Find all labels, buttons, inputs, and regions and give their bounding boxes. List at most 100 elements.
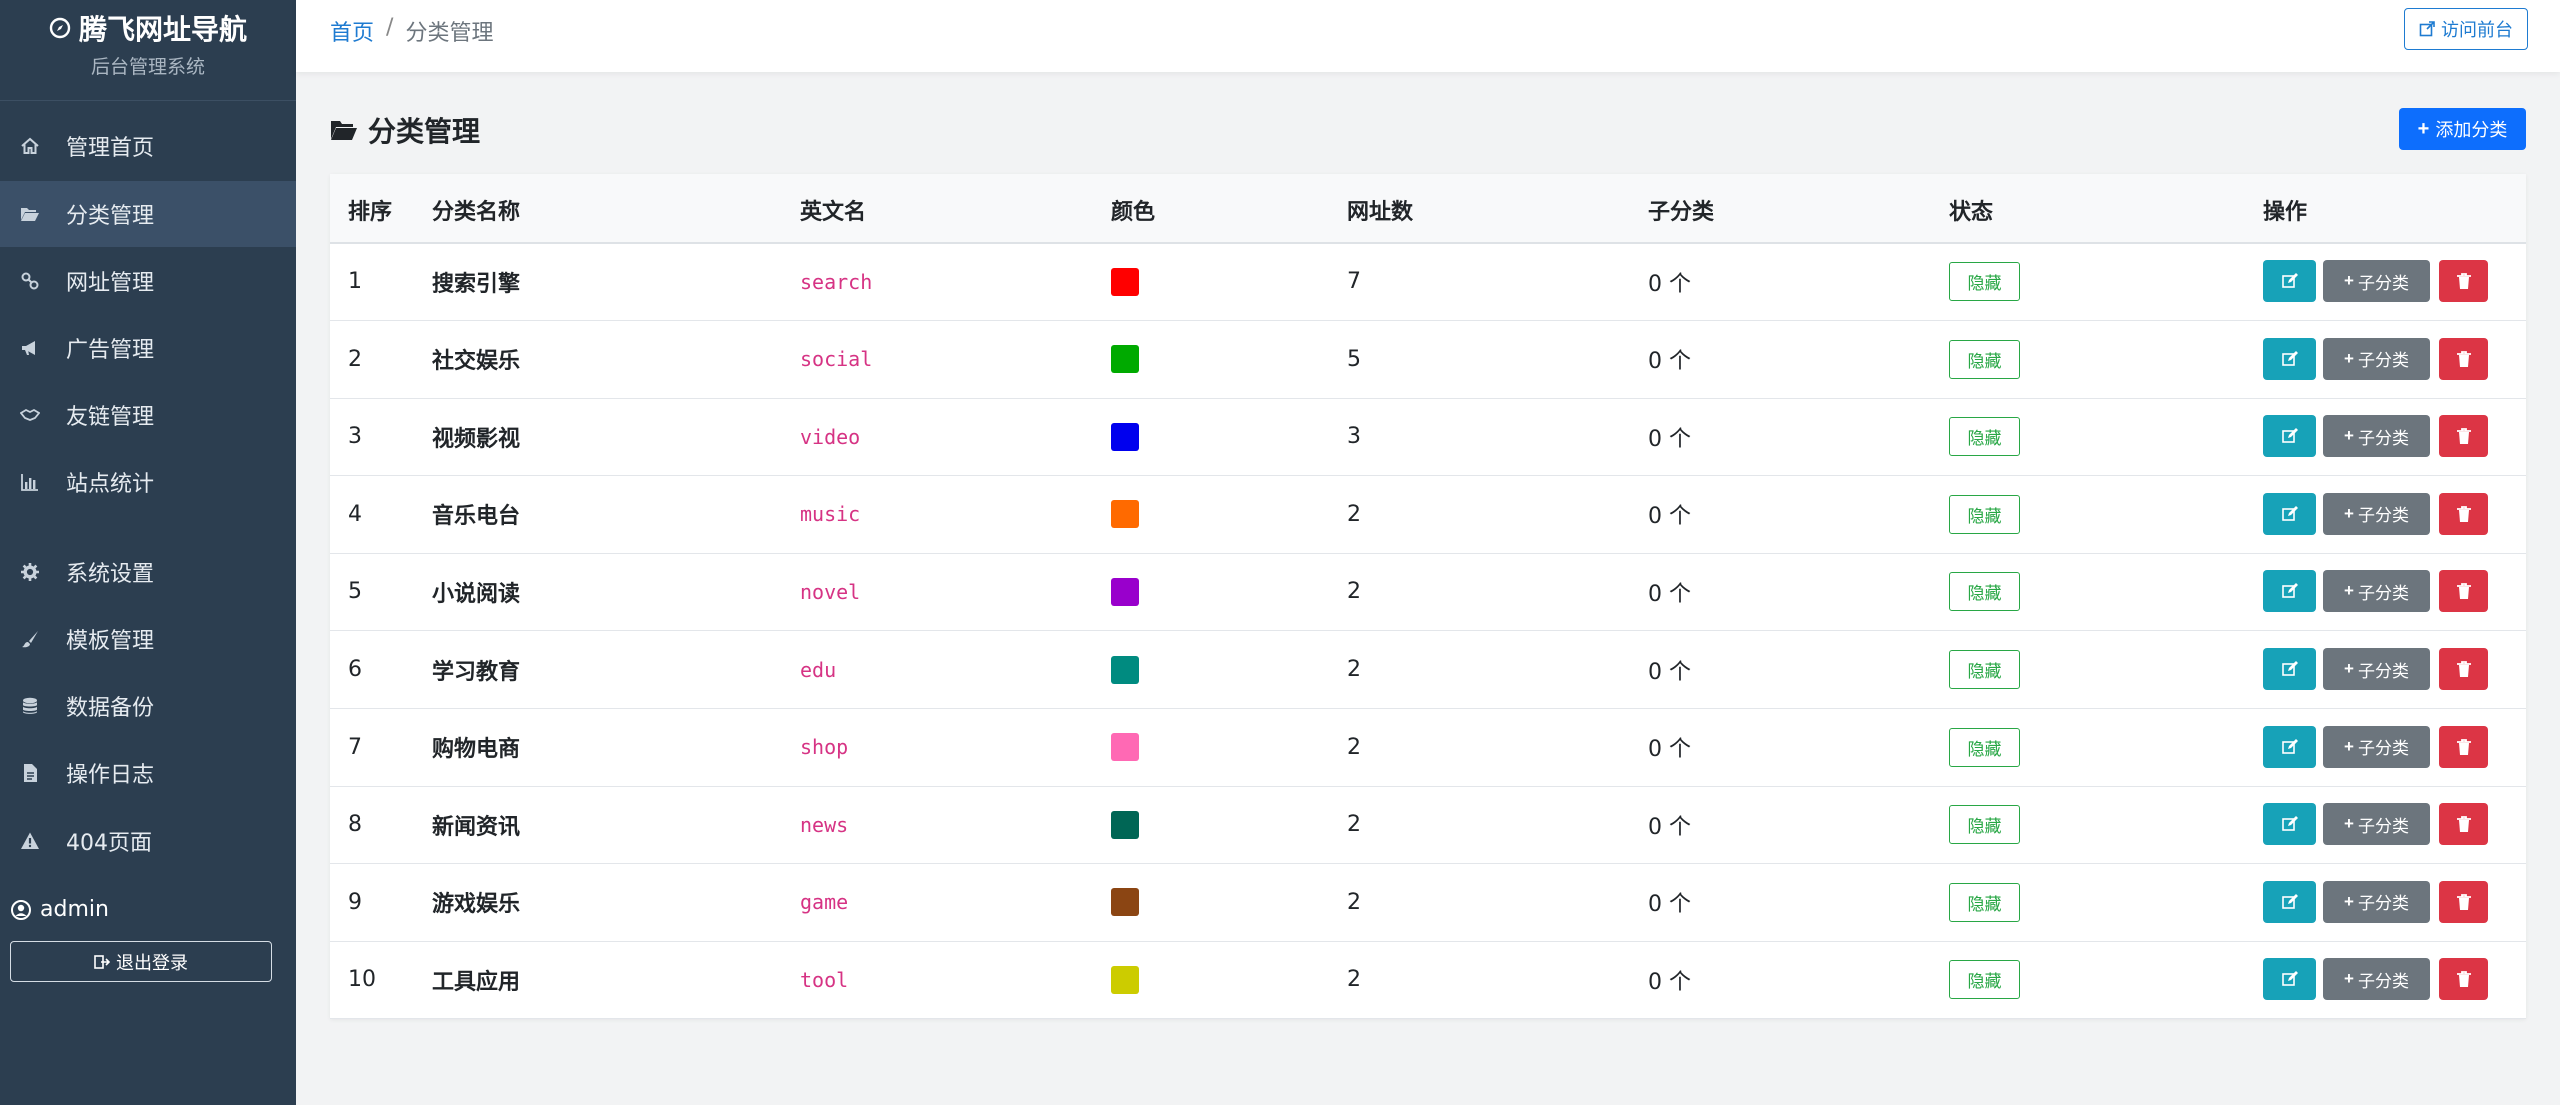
delete-button[interactable] xyxy=(2439,570,2488,613)
order-cell: 9 xyxy=(348,889,362,915)
url-count-cell: 2 xyxy=(1347,657,1361,682)
status-toggle-button[interactable]: 隐藏 xyxy=(1949,494,2020,534)
sidebar-item-5[interactable]: 友链管理 xyxy=(0,382,296,448)
delete-button[interactable] xyxy=(2439,725,2488,768)
add-subcategory-button[interactable]: + 子分类 xyxy=(2323,337,2430,380)
color-cell xyxy=(1111,631,1139,708)
sidebar-item-label: 404页面 xyxy=(66,831,152,856)
user-circle-icon xyxy=(11,899,31,920)
visit-frontend-button[interactable]: 访问前台 xyxy=(2404,8,2528,50)
delete-button[interactable] xyxy=(2439,415,2488,458)
delete-button[interactable] xyxy=(2439,260,2488,302)
edit-button[interactable] xyxy=(2263,725,2316,768)
color-cell xyxy=(1111,398,1139,475)
sidebar-item-9[interactable]: 数据备份 xyxy=(0,673,296,739)
category-name-cell: 社交娱乐 xyxy=(432,349,521,375)
add-category-button[interactable]: + 添加分类 xyxy=(2399,108,2526,150)
delete-button[interactable] xyxy=(2439,803,2488,846)
category-name-cell: 搜索引擎 xyxy=(432,271,521,297)
brand-subtitle: 后台管理系统 xyxy=(90,56,205,78)
status-toggle-button[interactable]: 隐藏 xyxy=(1949,262,2020,301)
add-subcategory-button[interactable]: + 子分类 xyxy=(2323,958,2430,1001)
edit-button[interactable] xyxy=(2263,803,2316,846)
category-name-cell: 工具应用 xyxy=(432,969,521,995)
add-subcategory-label: 子分类 xyxy=(2357,739,2409,759)
status-toggle-button[interactable]: 隐藏 xyxy=(1949,650,2020,689)
logout-label: 退出登录 xyxy=(116,952,188,973)
table-row: 1 搜索引擎 search 7 0 个 隐藏 + 子分类 xyxy=(330,243,2526,321)
logout-button[interactable]: 退出登录 xyxy=(10,941,272,982)
sidebar-item-4[interactable]: 广告管理 xyxy=(0,315,296,381)
color-cell xyxy=(1111,243,1139,320)
table-header: 排序 分类名称 英文名 颜色 网址数 子分类 状态 操作 xyxy=(330,174,2526,244)
edit-icon xyxy=(2281,738,2298,754)
status-toggle-button[interactable]: 隐藏 xyxy=(1949,417,2020,457)
plus-icon: + xyxy=(2344,271,2354,290)
edit-button[interactable] xyxy=(2263,337,2316,380)
sidebar-item-label: 站点统计 xyxy=(66,472,155,497)
edit-button[interactable] xyxy=(2263,648,2316,690)
add-subcategory-button[interactable]: + 子分类 xyxy=(2323,492,2430,535)
sidebar-item-11[interactable]: 404页面 xyxy=(0,808,296,874)
plus-icon: + xyxy=(2344,581,2354,601)
subcategory-count-cell: 0 个 xyxy=(1648,737,1691,763)
add-subcategory-button[interactable]: + 子分类 xyxy=(2323,803,2430,846)
sidebar-item-label: 广告管理 xyxy=(66,338,155,363)
add-subcategory-button[interactable]: + 子分类 xyxy=(2323,648,2430,690)
status-toggle-button[interactable]: 隐藏 xyxy=(1949,727,2020,767)
color-swatch xyxy=(1111,500,1139,529)
status-toggle-button[interactable]: 隐藏 xyxy=(1949,882,2020,922)
add-subcategory-label: 子分类 xyxy=(2357,971,2409,991)
add-subcategory-button[interactable]: + 子分类 xyxy=(2323,880,2430,923)
delete-button[interactable] xyxy=(2439,337,2488,380)
category-name-cell: 音乐电台 xyxy=(432,504,521,530)
status-toggle-button[interactable]: 隐藏 xyxy=(1949,805,2020,845)
delete-button[interactable] xyxy=(2439,648,2488,690)
edit-button[interactable] xyxy=(2263,958,2316,1001)
table-row: 10 工具应用 tool 2 0 个 隐藏 + 子分类 xyxy=(330,941,2526,1020)
delete-button[interactable] xyxy=(2439,492,2488,535)
sidebar-item-1[interactable]: 管理首页 xyxy=(0,113,296,179)
add-subcategory-label: 子分类 xyxy=(2357,894,2409,914)
subcategory-count-cell: 0 个 xyxy=(1648,892,1691,918)
english-name-cell: edu xyxy=(800,657,837,682)
order-cell: 8 xyxy=(348,812,362,838)
add-subcategory-button[interactable]: + 子分类 xyxy=(2323,260,2430,302)
breadcrumb: 首页 / 分类管理 xyxy=(330,15,493,47)
sidebar-item-10[interactable]: 操作日志 xyxy=(0,740,296,806)
status-toggle-button[interactable]: 隐藏 xyxy=(1949,960,2020,1000)
sidebar-item-8[interactable]: 模板管理 xyxy=(0,606,296,672)
add-subcategory-button[interactable]: + 子分类 xyxy=(2323,725,2430,768)
edit-button[interactable] xyxy=(2263,492,2316,535)
table-row: 8 新闻资讯 news 2 0 个 隐藏 + 子分类 xyxy=(330,786,2526,865)
edit-button[interactable] xyxy=(2263,415,2316,458)
edit-button[interactable] xyxy=(2263,570,2316,613)
order-cell: 7 xyxy=(348,734,362,760)
breadcrumb-home[interactable]: 首页 xyxy=(330,15,374,47)
add-subcategory-button[interactable]: + 子分类 xyxy=(2323,415,2430,458)
status-toggle-button[interactable]: 隐藏 xyxy=(1949,572,2020,612)
delete-button[interactable] xyxy=(2439,880,2488,923)
add-subcategory-button[interactable]: + 子分类 xyxy=(2323,570,2430,613)
breadcrumb-current: 分类管理 xyxy=(405,21,494,46)
sidebar-item-2[interactable]: 分类管理 xyxy=(0,181,296,247)
sidebar-item-3[interactable]: 网址管理 xyxy=(0,248,296,314)
sidebar-item-7[interactable]: 系统设置 xyxy=(0,539,296,605)
external-link-icon xyxy=(2419,21,2435,37)
column-header-subcategories: 子分类 xyxy=(1648,200,1715,225)
edit-icon xyxy=(2281,350,2298,366)
add-subcategory-label: 子分类 xyxy=(2357,428,2409,448)
plus-icon: + xyxy=(2344,426,2354,446)
english-name-cell: game xyxy=(800,890,849,915)
edit-button[interactable] xyxy=(2263,260,2316,302)
table-row: 9 游戏娱乐 game 2 0 个 隐藏 + 子分类 xyxy=(330,864,2526,942)
edit-icon xyxy=(2281,505,2298,521)
edit-icon xyxy=(2281,816,2298,831)
bullhorn-icon xyxy=(16,338,44,358)
delete-button[interactable] xyxy=(2439,958,2488,1001)
category-table: 排序 分类名称 英文名 颜色 网址数 子分类 状态 操作 1 搜索引擎 search… xyxy=(330,174,2526,1020)
edit-button[interactable] xyxy=(2263,880,2316,923)
sidebar-item-6[interactable]: 站点统计 xyxy=(0,449,296,515)
status-toggle-button[interactable]: 隐藏 xyxy=(1949,339,2020,379)
subcategory-count-cell: 0 个 xyxy=(1648,581,1691,607)
